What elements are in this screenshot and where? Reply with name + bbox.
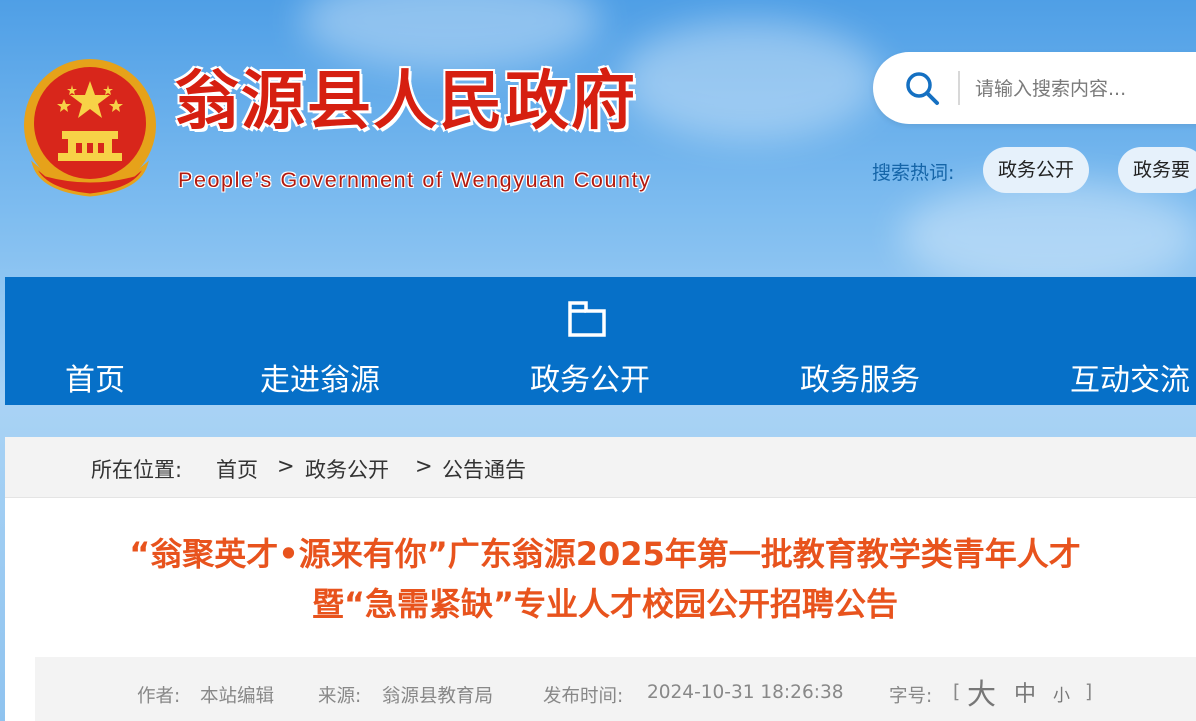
sky-cloud [620, 20, 880, 140]
national-emblem-icon [24, 59, 156, 197]
nav-item-government-services[interactable]: 政务服务 [800, 355, 920, 399]
breadcrumb-home[interactable]: 首页 [216, 454, 258, 484]
hot-tag-zhengwu-yao[interactable]: 政务要 [1118, 147, 1196, 193]
breadcrumb-announcements[interactable]: 公告通告 [442, 454, 526, 484]
folder-icon [568, 301, 606, 337]
search-icon[interactable] [903, 69, 941, 107]
site-subtitle: People’s Government of Wengyuan County [178, 168, 652, 192]
nav-item-about-wengyuan[interactable]: 走进翁源 [260, 355, 380, 399]
search-input[interactable] [973, 70, 1196, 108]
author-label: 作者: [137, 686, 181, 707]
article-title-line2: 暨“急需紧缺”专业人才校园公开招聘公告 [311, 585, 899, 623]
breadcrumb-government-affairs[interactable]: 政务公开 [305, 454, 389, 484]
breadcrumb-separator: > [277, 454, 295, 478]
author-value: 本站编辑 [200, 686, 275, 707]
font-size-small-button[interactable]: 小 [1053, 681, 1070, 706]
hot-search-label: 搜索热词: [872, 162, 955, 184]
nav-item-interaction[interactable]: 互动交流 [1070, 355, 1190, 399]
site-title: 翁源县人民政府 [175, 64, 637, 139]
publish-date-value: 2024-10-31 18:26:38 [647, 682, 844, 703]
hot-tag-zhengwu-gongkai[interactable]: 政务公开 [983, 147, 1090, 193]
breadcrumb: 所在位置: 首页 > 政务公开 > 公告通告 [5, 437, 1196, 498]
article-title-line1: “翁聚英才•源来有你”广东翁源2025年第一批教育教学类青年人才 [129, 535, 1081, 573]
font-size-medium-button[interactable]: 中 [1014, 676, 1036, 708]
source-label: 来源: [318, 686, 362, 707]
nav-item-government-affairs[interactable]: 政务公开 [530, 355, 650, 399]
search-box [873, 52, 1196, 124]
sky-cloud [900, 180, 1196, 290]
article-meta: 作者: 本站编辑 来源: 翁源县教育局 发布时间: 2024-10-31 18:… [35, 657, 1196, 721]
breadcrumb-separator: > [415, 454, 433, 478]
article-title: “翁聚英才•源来有你”广东翁源2025年第一批教育教学类青年人才 暨“急需紧缺”… [25, 529, 1185, 629]
breadcrumb-label: 所在位置: [91, 458, 183, 482]
publish-date-label: 发布时间: [543, 686, 624, 707]
source-value: 翁源县教育局 [382, 686, 494, 707]
font-size-label: 字号: [889, 686, 933, 707]
font-size-bracket-close: ] [1085, 682, 1093, 703]
font-size-bracket-open: [ [953, 682, 961, 703]
content-panel: 所在位置: 首页 > 政务公开 > 公告通告 “翁聚英才•源来有你”广东翁源20… [5, 437, 1196, 721]
sky-cloud [300, 0, 600, 70]
nav-item-home[interactable]: 首页 [65, 355, 125, 399]
font-size-large-button[interactable]: 大 [967, 671, 996, 713]
search-divider [958, 71, 960, 105]
